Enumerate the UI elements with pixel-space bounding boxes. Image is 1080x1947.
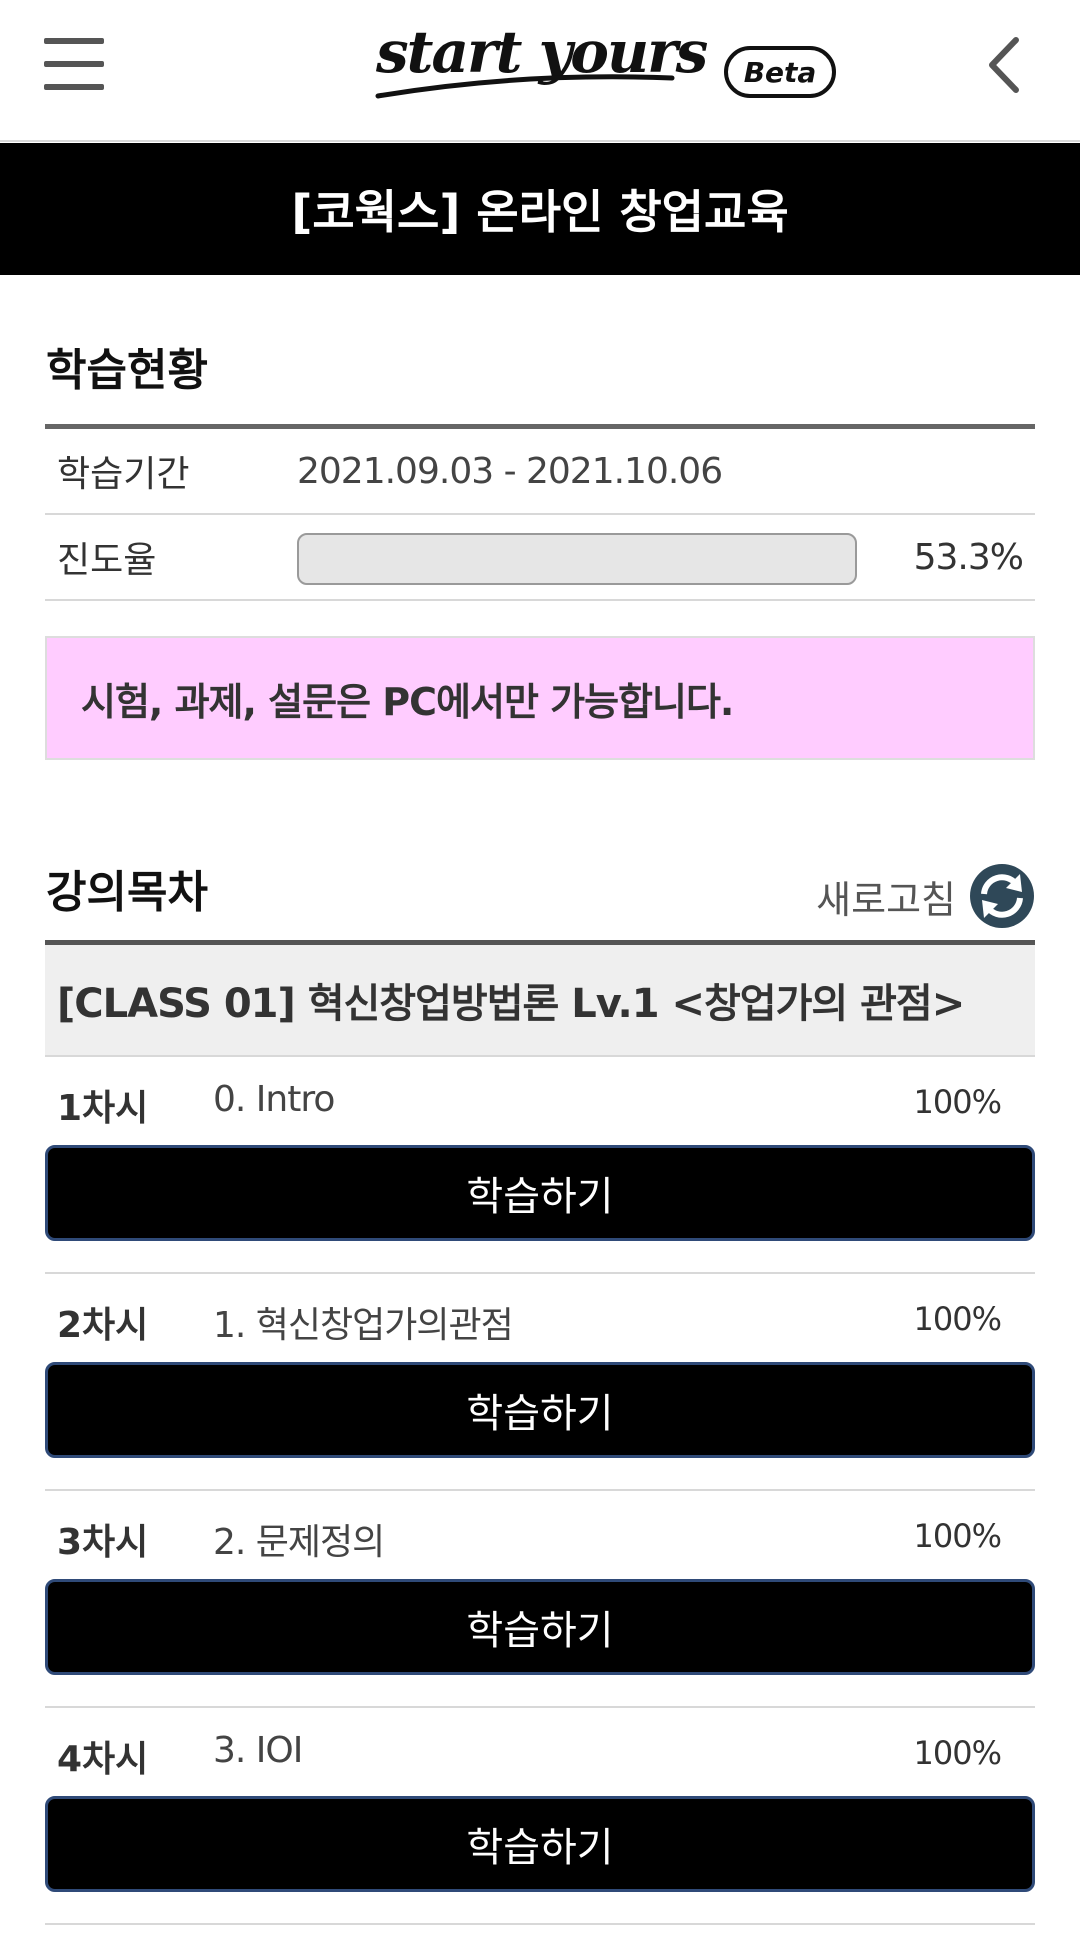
lesson-number: 2차시 xyxy=(57,1305,149,1346)
progress-percent: 53.3% xyxy=(913,536,1024,578)
course-title: [코웍스] 온라인 창업교육 xyxy=(291,185,789,239)
lesson-percent: 100% xyxy=(913,1083,1002,1121)
study-button[interactable]: 학습하기 xyxy=(45,1145,1035,1241)
lesson-title: 3. IOI xyxy=(213,1730,303,1771)
period-row: 학습기간 2021.09.03 - 2021.10.06 xyxy=(45,429,1035,515)
progress-row: 진도율 53.3% xyxy=(45,515,1035,601)
logo-underline xyxy=(375,74,675,99)
study-button[interactable]: 학습하기 xyxy=(45,1579,1035,1675)
lesson-title: 0. Intro xyxy=(213,1079,335,1120)
chevron-left-icon[interactable] xyxy=(980,34,1028,96)
refresh-icon xyxy=(970,864,1034,928)
progress-bar xyxy=(297,533,857,585)
lesson-item: 2차시 1. 혁신창업가의관점 100% 학습하기 xyxy=(45,1274,1035,1491)
progress-label: 진도율 xyxy=(57,540,157,581)
study-button[interactable]: 학습하기 xyxy=(45,1362,1035,1458)
lesson-item: 1차시 0. Intro 100% 학습하기 xyxy=(45,1057,1035,1274)
lectures-section-title: 강의목차 xyxy=(46,867,208,918)
class-header: [CLASS 01] 혁신창업방법론 Lv.1 <창업가의 관점> xyxy=(45,945,1035,1057)
logo[interactable]: start yours xyxy=(372,12,712,112)
lesson-item: 4차시 3. IOI 100% 학습하기 xyxy=(45,1708,1035,1925)
lesson-number: 1차시 xyxy=(57,1088,149,1129)
pc-only-notice: 시험, 과제, 설문은 PC에서만 가능합니다. xyxy=(45,636,1035,760)
lesson-number: 4차시 xyxy=(57,1739,149,1780)
hamburger-menu-icon[interactable] xyxy=(44,38,106,90)
refresh-button[interactable]: 새로고침 xyxy=(816,862,1034,930)
course-title-bar: [코웍스] 온라인 창업교육 xyxy=(0,143,1080,275)
lesson-percent: 100% xyxy=(913,1300,1002,1338)
notice-text: 시험, 과제, 설문은 PC에서만 가능합니다. xyxy=(81,679,734,724)
period-label: 학습기간 xyxy=(57,454,190,495)
lesson-percent: 100% xyxy=(913,1734,1002,1772)
app-header: start yours Beta xyxy=(0,0,1080,142)
status-section-title: 학습현황 xyxy=(46,345,208,396)
lesson-item: 3차시 2. 문제정의 100% 학습하기 xyxy=(45,1491,1035,1708)
lecture-list: [CLASS 01] 혁신창업방법론 Lv.1 <창업가의 관점> 1차시 0.… xyxy=(45,940,1035,1925)
lesson-title: 1. 혁신창업가의관점 xyxy=(213,1305,514,1346)
lesson-number: 3차시 xyxy=(57,1522,149,1563)
period-value: 2021.09.03 - 2021.10.06 xyxy=(297,450,723,492)
lesson-percent: 100% xyxy=(913,1517,1002,1555)
lesson-title: 2. 문제정의 xyxy=(213,1522,385,1563)
refresh-label: 새로고침 xyxy=(816,877,956,922)
class-title: [CLASS 01] 혁신창업방법론 Lv.1 <창업가의 관점> xyxy=(57,981,965,1027)
beta-badge: Beta xyxy=(724,46,836,98)
status-table: 학습기간 2021.09.03 - 2021.10.06 진도율 53.3% xyxy=(45,424,1035,601)
study-button[interactable]: 학습하기 xyxy=(45,1796,1035,1892)
